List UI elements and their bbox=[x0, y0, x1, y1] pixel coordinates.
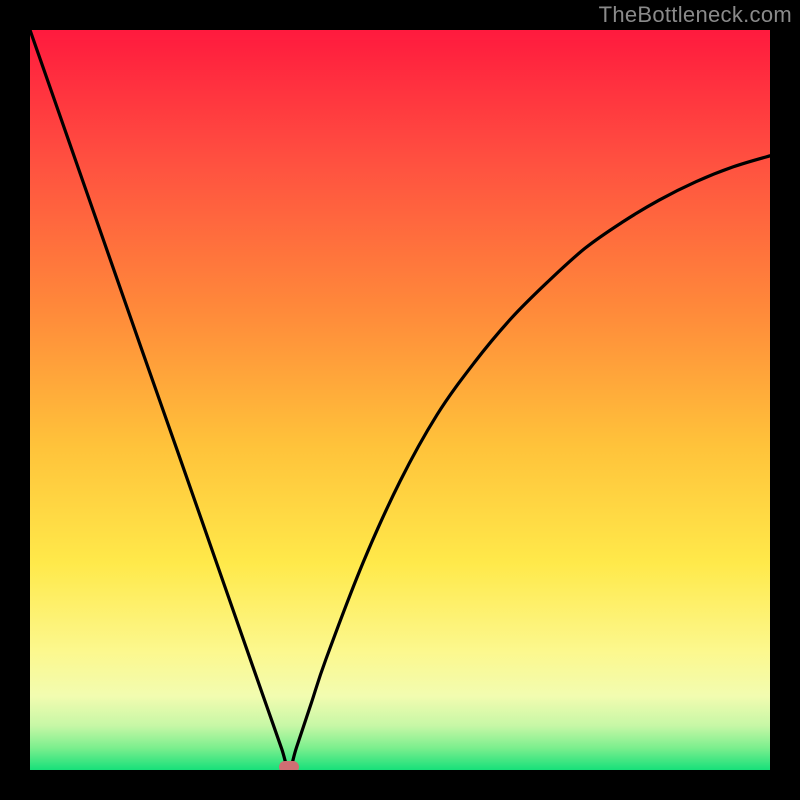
watermark-text: TheBottleneck.com bbox=[599, 2, 792, 28]
chart-frame: TheBottleneck.com bbox=[0, 0, 800, 800]
bottleneck-curve bbox=[30, 30, 770, 770]
minimum-marker bbox=[279, 761, 299, 770]
plot-area bbox=[30, 30, 770, 770]
